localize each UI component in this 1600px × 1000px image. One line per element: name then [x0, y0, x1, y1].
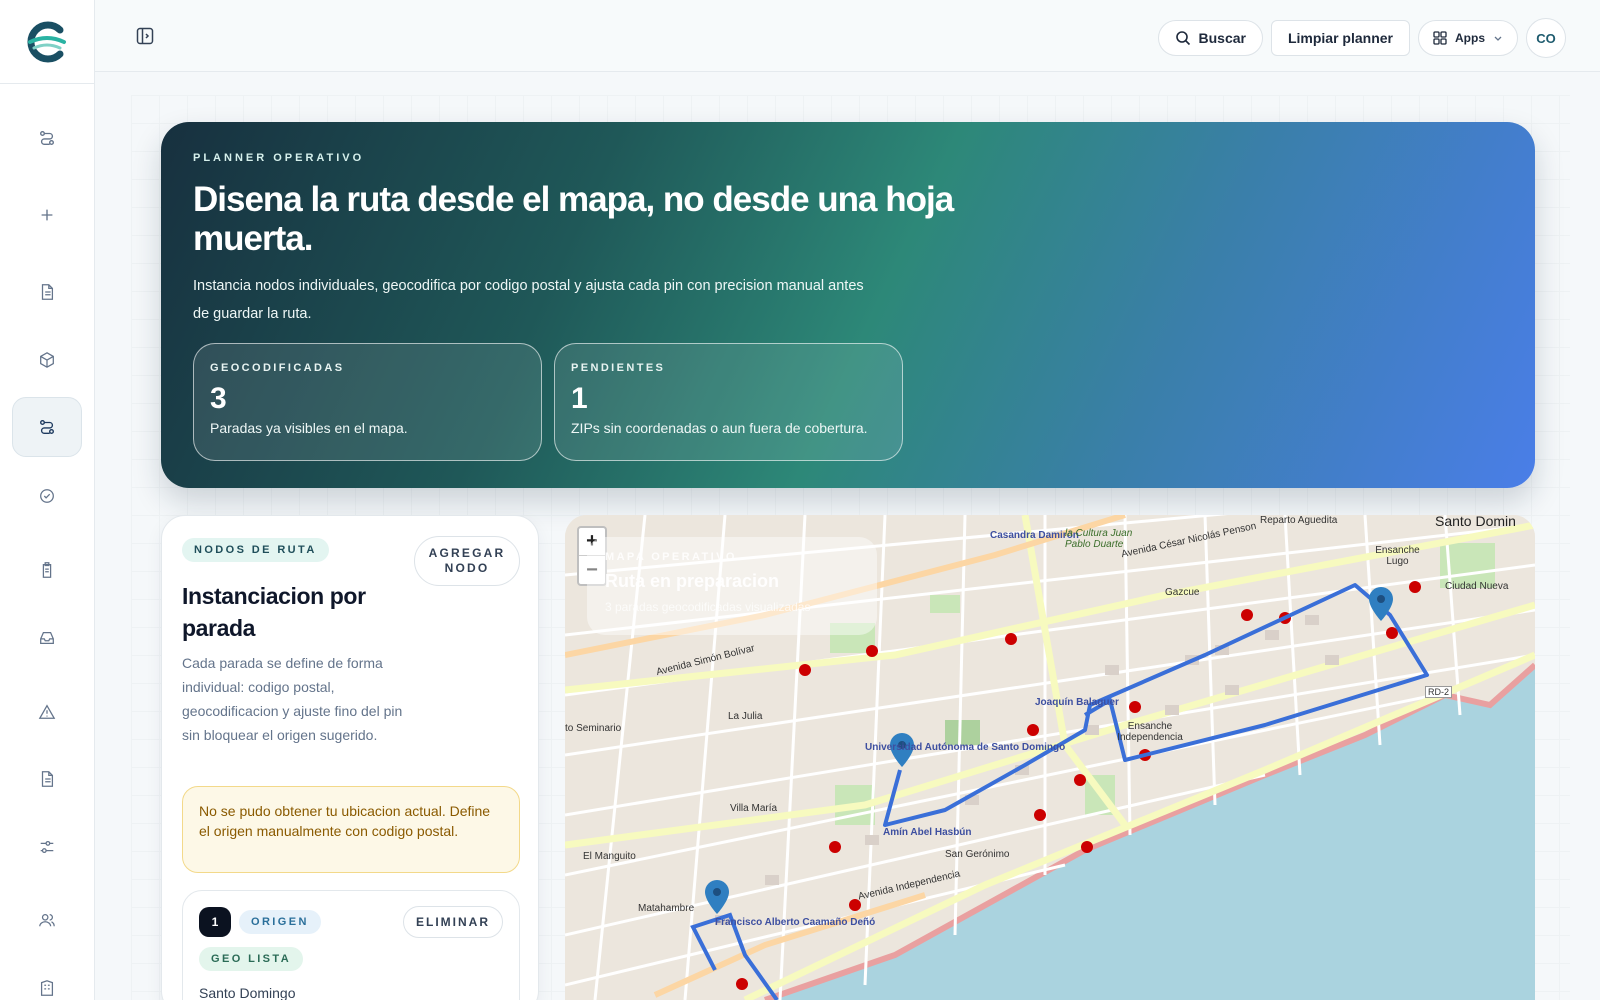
stat-card-geocoded: GEOCODIFICADAS 3 Paradas ya visibles en … — [193, 343, 542, 461]
document-icon — [41, 284, 54, 300]
chevron-down-icon — [1494, 36, 1502, 41]
stat-value: 1 — [571, 382, 588, 415]
grid-icon — [1433, 31, 1447, 45]
map-label-el-manguito: El Manguito — [583, 851, 636, 862]
hero-lead: Instancia nodos individuales, geocodific… — [193, 278, 864, 322]
plus-icon — [41, 209, 53, 221]
map-subtitle: 3 paradas geocodificadas visualizadas — [605, 600, 811, 614]
clear-planner-button[interactable]: Limpiar planner — [1270, 20, 1410, 56]
apps-label: Apps — [1455, 31, 1485, 45]
map-title: Ruta en preparacion — [605, 571, 780, 591]
map-label-seminario: to Seminario — [565, 723, 622, 734]
route-map[interactable]: Santo Domin Casandra Damirón Reparto Agu… — [565, 515, 1535, 1000]
nav-users[interactable] — [12, 890, 82, 950]
nav-alerts[interactable] — [12, 682, 82, 742]
map-label-casandra: Casandra Damirón — [990, 530, 1079, 541]
map-label-ciudad-nueva: Ciudad Nueva — [1445, 581, 1509, 592]
remove-stop-button[interactable]: ELIMINAR — [403, 906, 503, 938]
stop-number: 1 — [199, 907, 231, 937]
route-icon — [40, 131, 54, 145]
route-nodes-panel: NODOS DE RUTA AGREGAR NODO Instanciacion… — [161, 515, 539, 1000]
sidebar — [0, 0, 95, 1000]
map-label-ensanche-lugo: Ensanche Lugo — [1375, 545, 1420, 567]
report-icon — [41, 771, 54, 787]
top-bar: Buscar Limpiar planner Apps CO — [95, 0, 1600, 72]
nav-reports[interactable] — [12, 749, 82, 809]
stop-city: Santo Domingo — [199, 985, 296, 1000]
building-icon — [40, 980, 54, 996]
add-node-button[interactable]: AGREGAR NODO — [414, 536, 520, 586]
map-label-rd2: RD-2 — [1425, 686, 1453, 698]
hero-eyebrow: PLANNER OPERATIVO — [193, 152, 365, 164]
map-label-gazcue: Gazcue — [1165, 587, 1200, 598]
map-label-santo-domingo: Santo Domin — [1435, 515, 1516, 529]
map-label-amin: Amín Abel Hasbún — [883, 827, 972, 838]
location-warning: No se pudo obtener tu ubicacion actual. … — [182, 786, 520, 873]
inbox-icon — [40, 631, 54, 645]
nav-documents[interactable] — [12, 262, 82, 322]
map-label-san-geronimo: San Gerónimo — [945, 849, 1010, 860]
apps-menu-button[interactable]: Apps — [1418, 20, 1518, 56]
nodes-badge: NODOS DE RUTA — [182, 538, 329, 562]
panel-description: Cada parada se define de forma individua… — [182, 655, 403, 743]
nav-new[interactable] — [12, 185, 82, 245]
page-title: Disena la ruta desde el mapa, no desde u… — [193, 180, 954, 258]
search-label: Buscar — [1198, 30, 1246, 46]
logo-icon — [27, 21, 66, 62]
map-label-la-julia: La Julia — [728, 711, 763, 722]
search-button[interactable]: Buscar — [1157, 20, 1263, 56]
sidebar-toggle-icon — [136, 27, 154, 45]
users-icon — [39, 913, 55, 927]
top-actions: Buscar Limpiar planner Apps CO — [1157, 18, 1566, 58]
nav-inbox[interactable] — [12, 608, 82, 668]
map-info-card: MAPA OPERATIVO Ruta en preparacion 3 par… — [587, 537, 877, 635]
map-label-francisco: Francisco Alberto Caamaño Deñó — [715, 917, 875, 928]
nav-settings[interactable] — [12, 817, 82, 877]
package-icon — [40, 352, 54, 368]
sliders-icon — [40, 840, 54, 854]
nav-buildings[interactable] — [12, 958, 82, 1000]
warning-icon — [38, 704, 56, 719]
clipboard-icon — [42, 562, 52, 578]
nav-packages[interactable] — [12, 330, 82, 390]
sidebar-toggle-button[interactable] — [135, 26, 155, 46]
map-eyebrow: MAPA OPERATIVO — [605, 551, 737, 563]
stat-description: ZIPs sin coordenadas o aun fuera de cobe… — [571, 420, 868, 436]
stat-description: Paradas ya visibles en el mapa. — [210, 420, 408, 436]
map-label-joaquin: Joaquín Balaguer — [1035, 697, 1119, 708]
stat-label: GEOCODIFICADAS — [210, 362, 345, 374]
map-label-universidad: Universidad Autónoma de Santo Domingo — [865, 742, 1065, 753]
stat-value: 3 — [210, 382, 227, 415]
brand-logo[interactable] — [0, 0, 94, 84]
map-label-independencia: Ensanche Independencia — [1117, 721, 1183, 743]
map-label-matahambre: Matahambre — [638, 903, 695, 914]
nav-clipboard[interactable] — [12, 540, 82, 600]
stop-card: 1 ORIGEN ELIMINAR GEO LISTA Santo Doming… — [182, 890, 520, 1000]
route-planner-icon — [40, 420, 54, 434]
hero-banner: PLANNER OPERATIVO Disena la ruta desde e… — [161, 122, 1535, 488]
nav-routes[interactable] — [12, 108, 82, 168]
nav-completed[interactable] — [12, 466, 82, 526]
map-label-villa-maria: Villa María — [730, 803, 778, 814]
check-circle-icon — [40, 489, 54, 503]
user-avatar[interactable]: CO — [1526, 18, 1566, 58]
map-label-reparto: Reparto Aguedita — [1260, 515, 1338, 526]
panel-title: Instanciacion por parada — [182, 583, 366, 641]
geo-ready-badge: GEO LISTA — [199, 947, 304, 971]
search-icon — [1175, 31, 1190, 46]
stat-card-pending: PENDIENTES 1 ZIPs sin coordenadas o aun … — [554, 343, 903, 461]
nav-planner[interactable] — [12, 397, 82, 457]
stat-label: PENDIENTES — [571, 362, 666, 374]
origin-badge: ORIGEN — [239, 910, 321, 934]
